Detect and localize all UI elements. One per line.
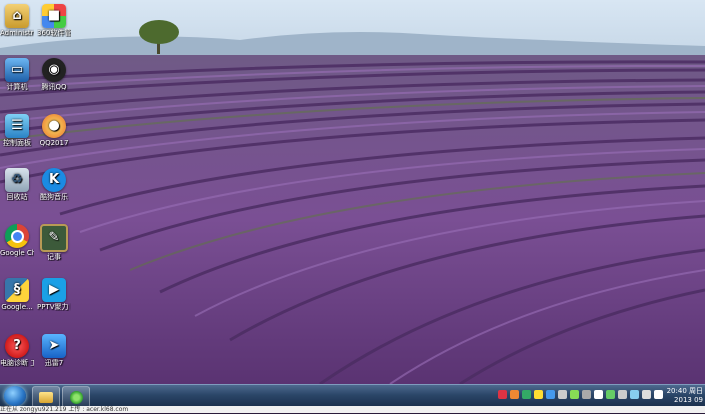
python-icon: § bbox=[5, 278, 29, 302]
desktop-icon-administrator[interactable]: ⌂ Administrator bbox=[0, 4, 34, 37]
desktop-icon-control-panel[interactable]: ☰ 控制面板 bbox=[0, 114, 34, 147]
control-panel-icon: ☰ bbox=[5, 114, 29, 138]
folder-user-icon: ⌂ bbox=[5, 4, 29, 28]
tray-icon[interactable] bbox=[582, 390, 591, 399]
desktop-icon-qq[interactable]: ◉ 腾讯QQ bbox=[37, 58, 71, 91]
desktop-icon-computer[interactable]: ▭ 计算机 bbox=[0, 58, 34, 91]
tray-icon[interactable] bbox=[642, 390, 651, 399]
notepad-icon: ✎ bbox=[40, 224, 68, 252]
tray-icon[interactable] bbox=[654, 390, 663, 399]
desktop-icon-help[interactable]: ? 电脑诊断 工具 bbox=[0, 334, 34, 367]
tray-icon[interactable] bbox=[546, 390, 555, 399]
desktop-icon-chrome[interactable]: Google Chrome bbox=[0, 224, 34, 257]
taskbar-chrome-button[interactable] bbox=[62, 386, 90, 408]
recycle-bin-icon: ♻ bbox=[5, 168, 29, 192]
desktop-wallpaper bbox=[0, 0, 705, 384]
kugou-icon: K bbox=[42, 168, 66, 192]
desktop-icon-python[interactable]: § Google... bbox=[0, 278, 34, 311]
tray-icon[interactable] bbox=[630, 390, 639, 399]
taskbar-explorer-button[interactable] bbox=[32, 386, 60, 408]
clock-time: 20:40 周日 bbox=[666, 387, 703, 395]
desktop-icon-thunder[interactable]: ➤ 迅雷7 bbox=[37, 334, 71, 367]
start-button[interactable] bbox=[4, 386, 26, 406]
desktop-icon-360-software-manager[interactable]: ■ 360软件管家 bbox=[37, 4, 71, 37]
tray-icon[interactable] bbox=[570, 390, 579, 399]
status-text: 正在从 zongyu921.219 上传 : acer.kl68.com bbox=[0, 406, 129, 413]
chrome-icon bbox=[5, 224, 29, 248]
desktop-icon-qq2017[interactable]: ● QQ2017 bbox=[37, 114, 71, 147]
system-tray bbox=[498, 390, 663, 402]
chrome-icon bbox=[69, 390, 83, 404]
desktop-icon-kugou[interactable]: K 酷狗音乐 bbox=[37, 168, 71, 201]
desktop-icon-recycle-bin[interactable]: ♻ 回收站 bbox=[0, 168, 34, 201]
tray-icon[interactable] bbox=[522, 390, 531, 399]
tray-icon[interactable] bbox=[534, 390, 543, 399]
desktop-icon-pptv[interactable]: ▶ PPTV聚力 网络电视 bbox=[37, 278, 71, 311]
qq-browser-icon: ● bbox=[42, 114, 66, 138]
tray-icon[interactable] bbox=[618, 390, 627, 399]
tray-icon[interactable] bbox=[594, 390, 603, 399]
taskbar: 20:40 周日 2013 09 29 bbox=[0, 384, 705, 413]
app-manager-icon: ■ bbox=[42, 4, 66, 28]
tray-icon[interactable] bbox=[606, 390, 615, 399]
tray-icon[interactable] bbox=[558, 390, 567, 399]
tray-icon[interactable] bbox=[510, 390, 519, 399]
computer-icon: ▭ bbox=[5, 58, 29, 82]
qq-icon: ◉ bbox=[42, 58, 66, 82]
pptv-icon: ▶ bbox=[42, 278, 66, 302]
status-bar: 正在从 zongyu921.219 上传 : acer.kl68.com bbox=[0, 406, 705, 413]
thunder-icon: ➤ bbox=[42, 334, 66, 358]
tray-icon[interactable] bbox=[498, 390, 507, 399]
desktop-icon-notepad[interactable]: ✎ 记事 bbox=[37, 224, 71, 261]
windows-explorer-icon bbox=[39, 391, 53, 403]
help-icon: ? bbox=[5, 334, 29, 358]
